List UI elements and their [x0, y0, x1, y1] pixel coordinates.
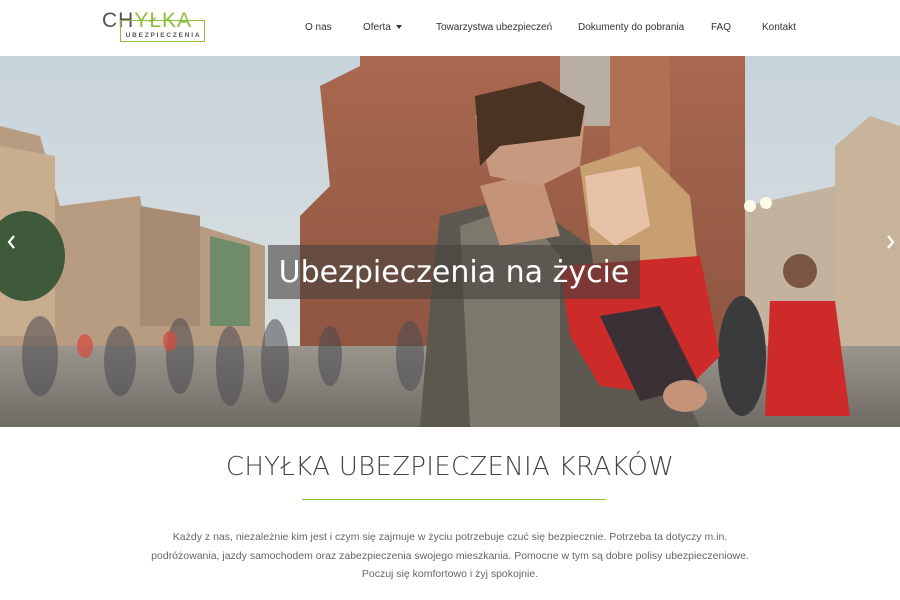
site-header: CHYŁKA UBEZPIECZENIA O nas Oferta Towarz… — [0, 0, 900, 56]
nav-item-oferta[interactable]: Oferta — [363, 21, 402, 35]
chevron-right-icon — [887, 235, 895, 249]
nav-item-label: Oferta — [363, 22, 391, 33]
nav-item-dokumenty[interactable]: Dokumenty do pobrania — [578, 21, 684, 35]
chevron-down-icon — [395, 25, 402, 30]
slider-next-button[interactable] — [884, 232, 898, 252]
intro-paragraph: Każdy z nas, niezależnie kim jest i czym… — [151, 531, 749, 580]
hero-slider[interactable]: Ubezpieczenia na życie — [0, 56, 900, 427]
page-title: CHYŁKA UBEZPIECZENIA KRAKÓW — [225, 452, 675, 482]
chevron-left-icon — [7, 235, 15, 249]
hero-caption: Ubezpieczenia na życie — [268, 245, 640, 299]
hero-image — [0, 56, 900, 427]
main-navigation: O nas Oferta Towarzystwa ubezpieczeń Dok… — [0, 0, 900, 56]
nav-item-faq[interactable]: FAQ — [711, 21, 731, 35]
nav-item-o-nas[interactable]: O nas — [305, 21, 332, 35]
nav-item-kontakt[interactable]: Kontakt — [762, 21, 796, 35]
hero-caption-text: Ubezpieczenia na życie — [278, 254, 630, 290]
slider-prev-button[interactable] — [4, 232, 18, 252]
title-divider — [302, 499, 606, 500]
nav-item-towarzystwa[interactable]: Towarzystwa ubezpieczeń — [436, 21, 552, 35]
